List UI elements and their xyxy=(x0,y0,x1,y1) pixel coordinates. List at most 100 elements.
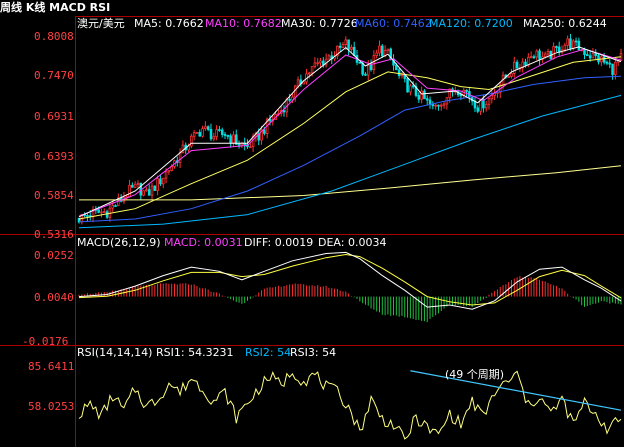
candle-body xyxy=(490,95,494,100)
price-tick-label: 0.6393 xyxy=(34,150,74,163)
candle-body xyxy=(310,66,314,74)
candle-body xyxy=(571,40,575,49)
candle-body xyxy=(237,143,241,146)
ma60-legend: MA60: 0.7462 xyxy=(355,17,432,30)
candle-body xyxy=(156,178,159,191)
candle-body xyxy=(206,126,210,130)
candle-body xyxy=(229,135,232,144)
candle-body xyxy=(86,215,89,217)
candle-body xyxy=(195,131,199,134)
rsi-tick-label: 85.6411 xyxy=(28,360,74,373)
candle-body xyxy=(364,73,367,76)
candle-body xyxy=(555,46,558,48)
macd-value-legend: MACD: 0.0031 xyxy=(164,236,243,249)
candle-body xyxy=(395,64,398,71)
diff-legend: DIFF: 0.0019 xyxy=(244,236,313,249)
candle-body xyxy=(352,46,356,56)
candle-body xyxy=(327,55,331,60)
price-tick-label: 0.8008 xyxy=(34,30,74,43)
candle-body xyxy=(409,85,412,93)
candle-body xyxy=(434,104,437,107)
candle-body xyxy=(223,134,227,136)
candle-body xyxy=(583,49,586,55)
macd-tick-label: 0.0040 xyxy=(34,291,74,304)
candle-body xyxy=(192,132,196,137)
ma10-legend: MA10: 0.7682 xyxy=(205,17,282,30)
ma120-legend: MA120: 0.7200 xyxy=(429,17,513,30)
macd-legend: MACD(26,12,9) MACD: 0.0031 DIFF: 0.0019 … xyxy=(77,236,386,249)
candle-body xyxy=(420,90,423,100)
candle-body xyxy=(476,107,480,112)
candle-body xyxy=(459,94,463,97)
candle-body xyxy=(136,182,140,185)
candle-body xyxy=(190,135,193,147)
candle-body xyxy=(563,44,567,51)
rsi2-legend: RSI2: 54 xyxy=(245,346,291,359)
candle-body xyxy=(288,98,291,101)
candle-body xyxy=(319,60,322,64)
candle-body xyxy=(358,61,362,64)
candle-body xyxy=(566,38,569,46)
candle-body xyxy=(465,89,468,92)
candle-body xyxy=(381,45,384,57)
candle-body xyxy=(372,55,376,71)
candle-body xyxy=(347,39,350,50)
candle-body xyxy=(198,131,202,137)
candle-body xyxy=(597,55,600,63)
candle-body xyxy=(220,129,224,135)
candle-body xyxy=(532,56,536,59)
candle-body xyxy=(439,104,443,107)
candle-body xyxy=(218,129,221,132)
period-annotation: (49 个周期) xyxy=(445,368,504,381)
candle-body xyxy=(552,46,555,59)
candle-body xyxy=(215,129,218,138)
candle-body xyxy=(142,190,145,196)
ma30-legend: MA30: 0.7726 xyxy=(281,17,358,30)
candle-body xyxy=(538,50,541,60)
candle-body xyxy=(406,78,409,93)
candle-body xyxy=(515,61,519,69)
chart-title: 周线 K线 MACD RSI xyxy=(0,0,110,14)
candle-body xyxy=(442,103,446,106)
candle-body xyxy=(602,56,606,63)
price-tick-label: 0.7470 xyxy=(34,69,74,82)
candle-body xyxy=(100,211,103,214)
price-tick-label: 0.5316 xyxy=(34,228,74,241)
candle-body xyxy=(546,50,550,55)
candle-body xyxy=(249,146,252,149)
candle-body xyxy=(344,39,348,45)
candle-body xyxy=(145,189,148,192)
candle-body xyxy=(591,53,595,59)
candle-body xyxy=(605,61,609,64)
candle-body xyxy=(350,46,353,50)
candle-body xyxy=(411,85,415,88)
symbol-label: 澳元/美元 xyxy=(77,17,125,30)
candle-body xyxy=(527,56,530,66)
candle-body xyxy=(487,98,491,105)
candle-body xyxy=(133,183,137,188)
candle-body xyxy=(105,211,109,218)
candle-body xyxy=(150,185,154,196)
candle-body xyxy=(425,98,429,101)
candle-body xyxy=(577,40,581,51)
rsi-tick-label: 58.0253 xyxy=(28,400,74,413)
candle-body xyxy=(437,104,440,107)
main-legend: 澳元/美元 MA5: 0.7662 MA10: 0.7682 MA30: 0.7… xyxy=(77,17,607,30)
candle-body xyxy=(341,44,345,48)
macd-tick-label: 0.0252 xyxy=(34,249,74,262)
candle-body xyxy=(361,62,364,75)
candle-body xyxy=(397,69,401,77)
candle-body xyxy=(423,90,426,100)
candle-body xyxy=(114,205,117,207)
macd-title: MACD(26,12,9) xyxy=(77,236,161,249)
candle-body xyxy=(316,62,319,65)
candle-body xyxy=(366,64,370,76)
candle-body xyxy=(594,53,597,57)
candle-body xyxy=(313,62,317,68)
candle-body xyxy=(608,62,612,65)
rsi1-legend: RSI1: 54.3231 xyxy=(156,346,234,359)
candle-body xyxy=(226,135,230,137)
candle-body xyxy=(153,185,157,191)
macd-tick-label: -0.0176 xyxy=(22,335,68,348)
candle-body xyxy=(543,53,547,58)
